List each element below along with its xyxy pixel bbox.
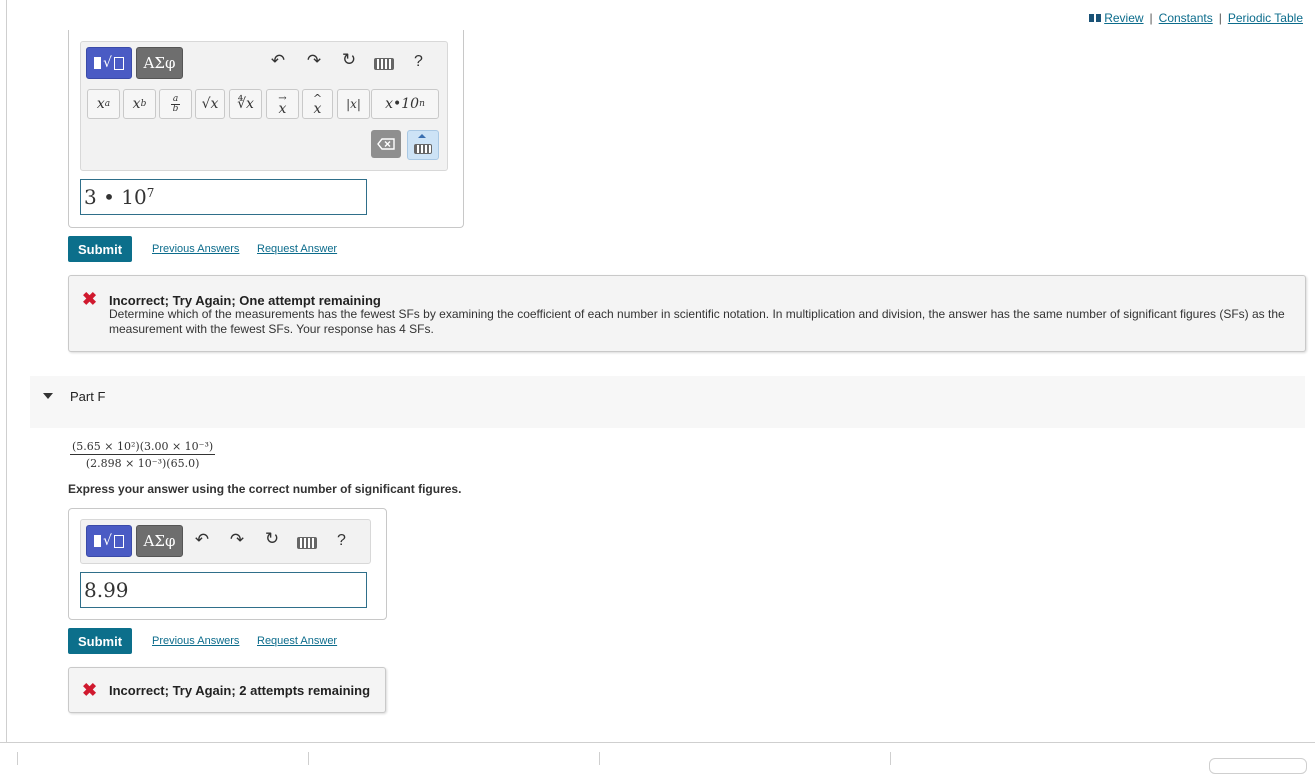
part-f-answer-panel: √ ΑΣφ ↶ ↷ ↻ ? 8.99 — [68, 508, 387, 620]
fraction-key[interactable]: ab — [159, 89, 192, 119]
part-f-instruction: Express your answer using the correct nu… — [68, 482, 462, 496]
feedback-title: Incorrect; Try Again; One attempt remain… — [109, 293, 381, 308]
incorrect-icon: ✖ — [82, 680, 98, 700]
bottom-divider-tick — [17, 752, 18, 765]
templates-button[interactable]: √ — [86, 47, 132, 79]
bottom-divider-tick — [308, 752, 309, 765]
review-link[interactable]: Review — [1104, 11, 1143, 25]
reset-icon[interactable]: ↻ — [262, 529, 282, 549]
part-f-label: Part F — [70, 389, 106, 404]
left-border — [6, 0, 7, 742]
part-f-submit-button[interactable]: Submit — [68, 628, 132, 654]
part-e-previous-answers-link[interactable]: Previous Answers — [152, 243, 239, 255]
feedback-body: Determine which of the measurements has … — [109, 307, 1285, 336]
templates-button[interactable]: √ — [86, 525, 132, 557]
bottom-divider — [0, 742, 1315, 743]
redo-icon[interactable]: ↷ — [227, 530, 247, 550]
link-separator: | — [1218, 11, 1222, 25]
part-e-answer-panel: √ ΑΣφ ↶ ↷ ↻ ? xa xb ab √x ∜x → x ^ x |x| x… — [68, 30, 464, 228]
square-root-key[interactable]: √x — [195, 89, 225, 119]
math-toolbar: √ ΑΣφ ↶ ↷ ↻ ? — [80, 519, 371, 564]
link-separator: | — [1149, 11, 1153, 25]
help-icon[interactable]: ? — [337, 532, 346, 550]
constants-link[interactable]: Constants — [1159, 11, 1213, 25]
unit-vector-key[interactable]: ^ x — [302, 89, 333, 119]
superscript-key[interactable]: xa — [87, 89, 120, 119]
part-e-request-answer-link[interactable]: Request Answer — [257, 243, 337, 255]
undo-icon[interactable]: ↶ — [192, 530, 212, 550]
scientific-notation-key[interactable]: x•10 n — [371, 89, 439, 119]
part-e-answer-input[interactable]: 3 • 10 7 — [80, 179, 367, 215]
periodic-table-link[interactable]: Periodic Table — [1228, 11, 1303, 25]
absolute-value-key[interactable]: |x| — [337, 89, 370, 119]
backspace-icon — [377, 138, 395, 150]
keyboard-icon — [414, 144, 432, 154]
vector-key[interactable]: → x — [266, 89, 299, 119]
expand-up-icon — [418, 134, 426, 138]
undo-icon[interactable]: ↶ — [268, 51, 288, 71]
caret-down-icon[interactable] — [43, 393, 53, 399]
part-f-header[interactable]: Part F — [30, 376, 1305, 428]
part-f-feedback: ✖ Incorrect; Try Again; 2 attempts remai… — [68, 667, 386, 713]
math-toolbar: √ ΑΣφ ↶ ↷ ↻ ? xa xb ab √x ∜x → x ^ x |x| x… — [80, 41, 448, 171]
part-f-request-answer-link[interactable]: Request Answer — [257, 635, 337, 647]
redo-icon[interactable]: ↷ — [304, 51, 324, 71]
bottom-divider-tick — [890, 752, 891, 765]
part-f-answer-input[interactable]: 8.99 — [80, 572, 367, 608]
top-links: Review | Constants | Periodic Table — [1089, 11, 1303, 25]
greek-symbols-button[interactable]: ΑΣφ — [136, 525, 183, 557]
part-f-expression: (5.65 × 10²)(3.00 × 10⁻³) (2.898 × 10⁻³)… — [70, 440, 216, 470]
feedback-title: Incorrect; Try Again; 2 attempts remaini… — [109, 683, 371, 698]
fraction-denominator: (2.898 × 10⁻³)(65.0) — [85, 457, 200, 470]
nth-root-key[interactable]: ∜x — [229, 89, 262, 119]
keyboard-toggle-key[interactable] — [407, 130, 439, 160]
keyboard-icon[interactable] — [297, 537, 317, 549]
part-e-feedback: ✖ Incorrect; Try Again; One attempt rema… — [68, 275, 1306, 352]
bottom-nav-button[interactable] — [1209, 758, 1307, 774]
help-icon[interactable]: ? — [414, 53, 423, 71]
subscript-key[interactable]: xb — [123, 89, 156, 119]
incorrect-icon: ✖ — [82, 289, 98, 309]
reset-icon[interactable]: ↻ — [339, 50, 359, 70]
keyboard-icon[interactable] — [374, 58, 394, 70]
greek-symbols-button[interactable]: ΑΣφ — [136, 47, 183, 79]
part-f-previous-answers-link[interactable]: Previous Answers — [152, 635, 239, 647]
book-icon — [1089, 14, 1102, 22]
fraction-numerator: (5.65 × 10²)(3.00 × 10⁻³) — [70, 440, 216, 455]
bottom-divider-tick — [599, 752, 600, 765]
part-e-submit-button[interactable]: Submit — [68, 236, 132, 262]
backspace-key[interactable] — [371, 130, 401, 158]
